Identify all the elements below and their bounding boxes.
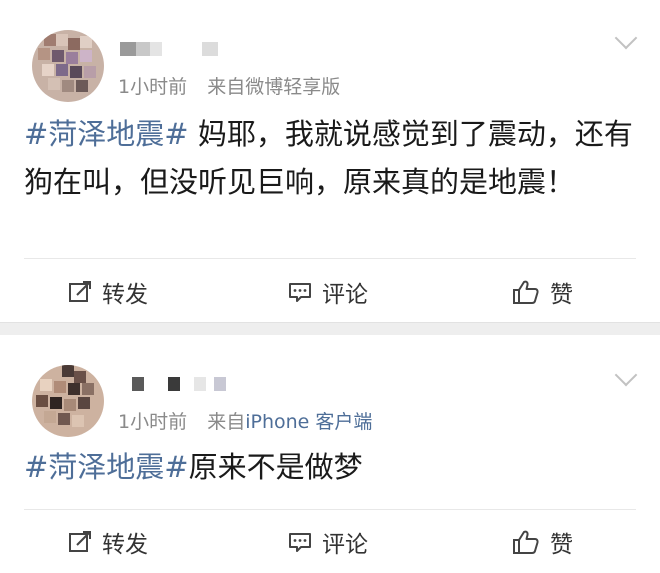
comment-label: 评论 [322, 532, 368, 558]
like-label: 赞 [550, 532, 573, 558]
post-card: 1小时前 来自iPhone 客户端 #菏泽地震#原来不是做梦 转发 评论 赞 [0, 335, 660, 573]
repost-label: 转发 [102, 282, 148, 308]
like-button[interactable]: 赞 [512, 525, 573, 559]
chevron-down-icon[interactable] [614, 26, 638, 50]
comment-icon [289, 533, 311, 552]
comment-label: 评论 [322, 282, 368, 308]
post-time: 1小时前 [118, 76, 188, 98]
post-meta: 1小时前 来自微博轻享版 [118, 72, 340, 99]
comment-icon [289, 283, 311, 302]
hashtag-link[interactable]: #菏泽地震# [24, 117, 189, 151]
post-text: #菏泽地震# 妈耶，我就说感觉到了震动，还有狗在叫，但没听见巨响，原来真的是地震… [24, 110, 640, 206]
comment-button[interactable]: 评论 [288, 275, 368, 309]
like-button[interactable]: 赞 [512, 275, 573, 309]
repost-button[interactable]: 转发 [68, 525, 148, 559]
repost-button[interactable]: 转发 [68, 275, 148, 309]
post-source: 微博轻享版 [245, 76, 341, 98]
post-source[interactable]: iPhone 客户端 [245, 411, 372, 433]
post-body: 原来不是做梦 [188, 450, 363, 484]
repost-icon [69, 281, 91, 302]
post-time: 1小时前 [118, 411, 188, 433]
hashtag-link[interactable]: #菏泽地震# [24, 450, 189, 484]
post-text: #菏泽地震#原来不是做梦 [24, 443, 640, 491]
repost-icon [69, 531, 91, 552]
chevron-down-icon[interactable] [614, 363, 638, 387]
post-card: 1小时前 来自微博轻享版 #菏泽地震# 妈耶，我就说感觉到了震动，还有狗在叫，但… [0, 0, 660, 322]
avatar[interactable] [32, 30, 104, 102]
comment-button[interactable]: 评论 [288, 525, 368, 559]
repost-label: 转发 [102, 532, 148, 558]
post-meta: 1小时前 来自iPhone 客户端 [118, 407, 372, 434]
divider [24, 258, 636, 259]
avatar[interactable] [32, 365, 104, 437]
like-icon [513, 280, 539, 304]
username[interactable] [132, 377, 242, 397]
divider [24, 509, 636, 510]
like-label: 赞 [550, 282, 573, 308]
source-prefix: 来自 [207, 411, 246, 433]
username[interactable] [120, 42, 230, 62]
source-prefix: 来自 [207, 76, 246, 98]
post-separator [0, 322, 660, 335]
like-icon [513, 530, 539, 554]
